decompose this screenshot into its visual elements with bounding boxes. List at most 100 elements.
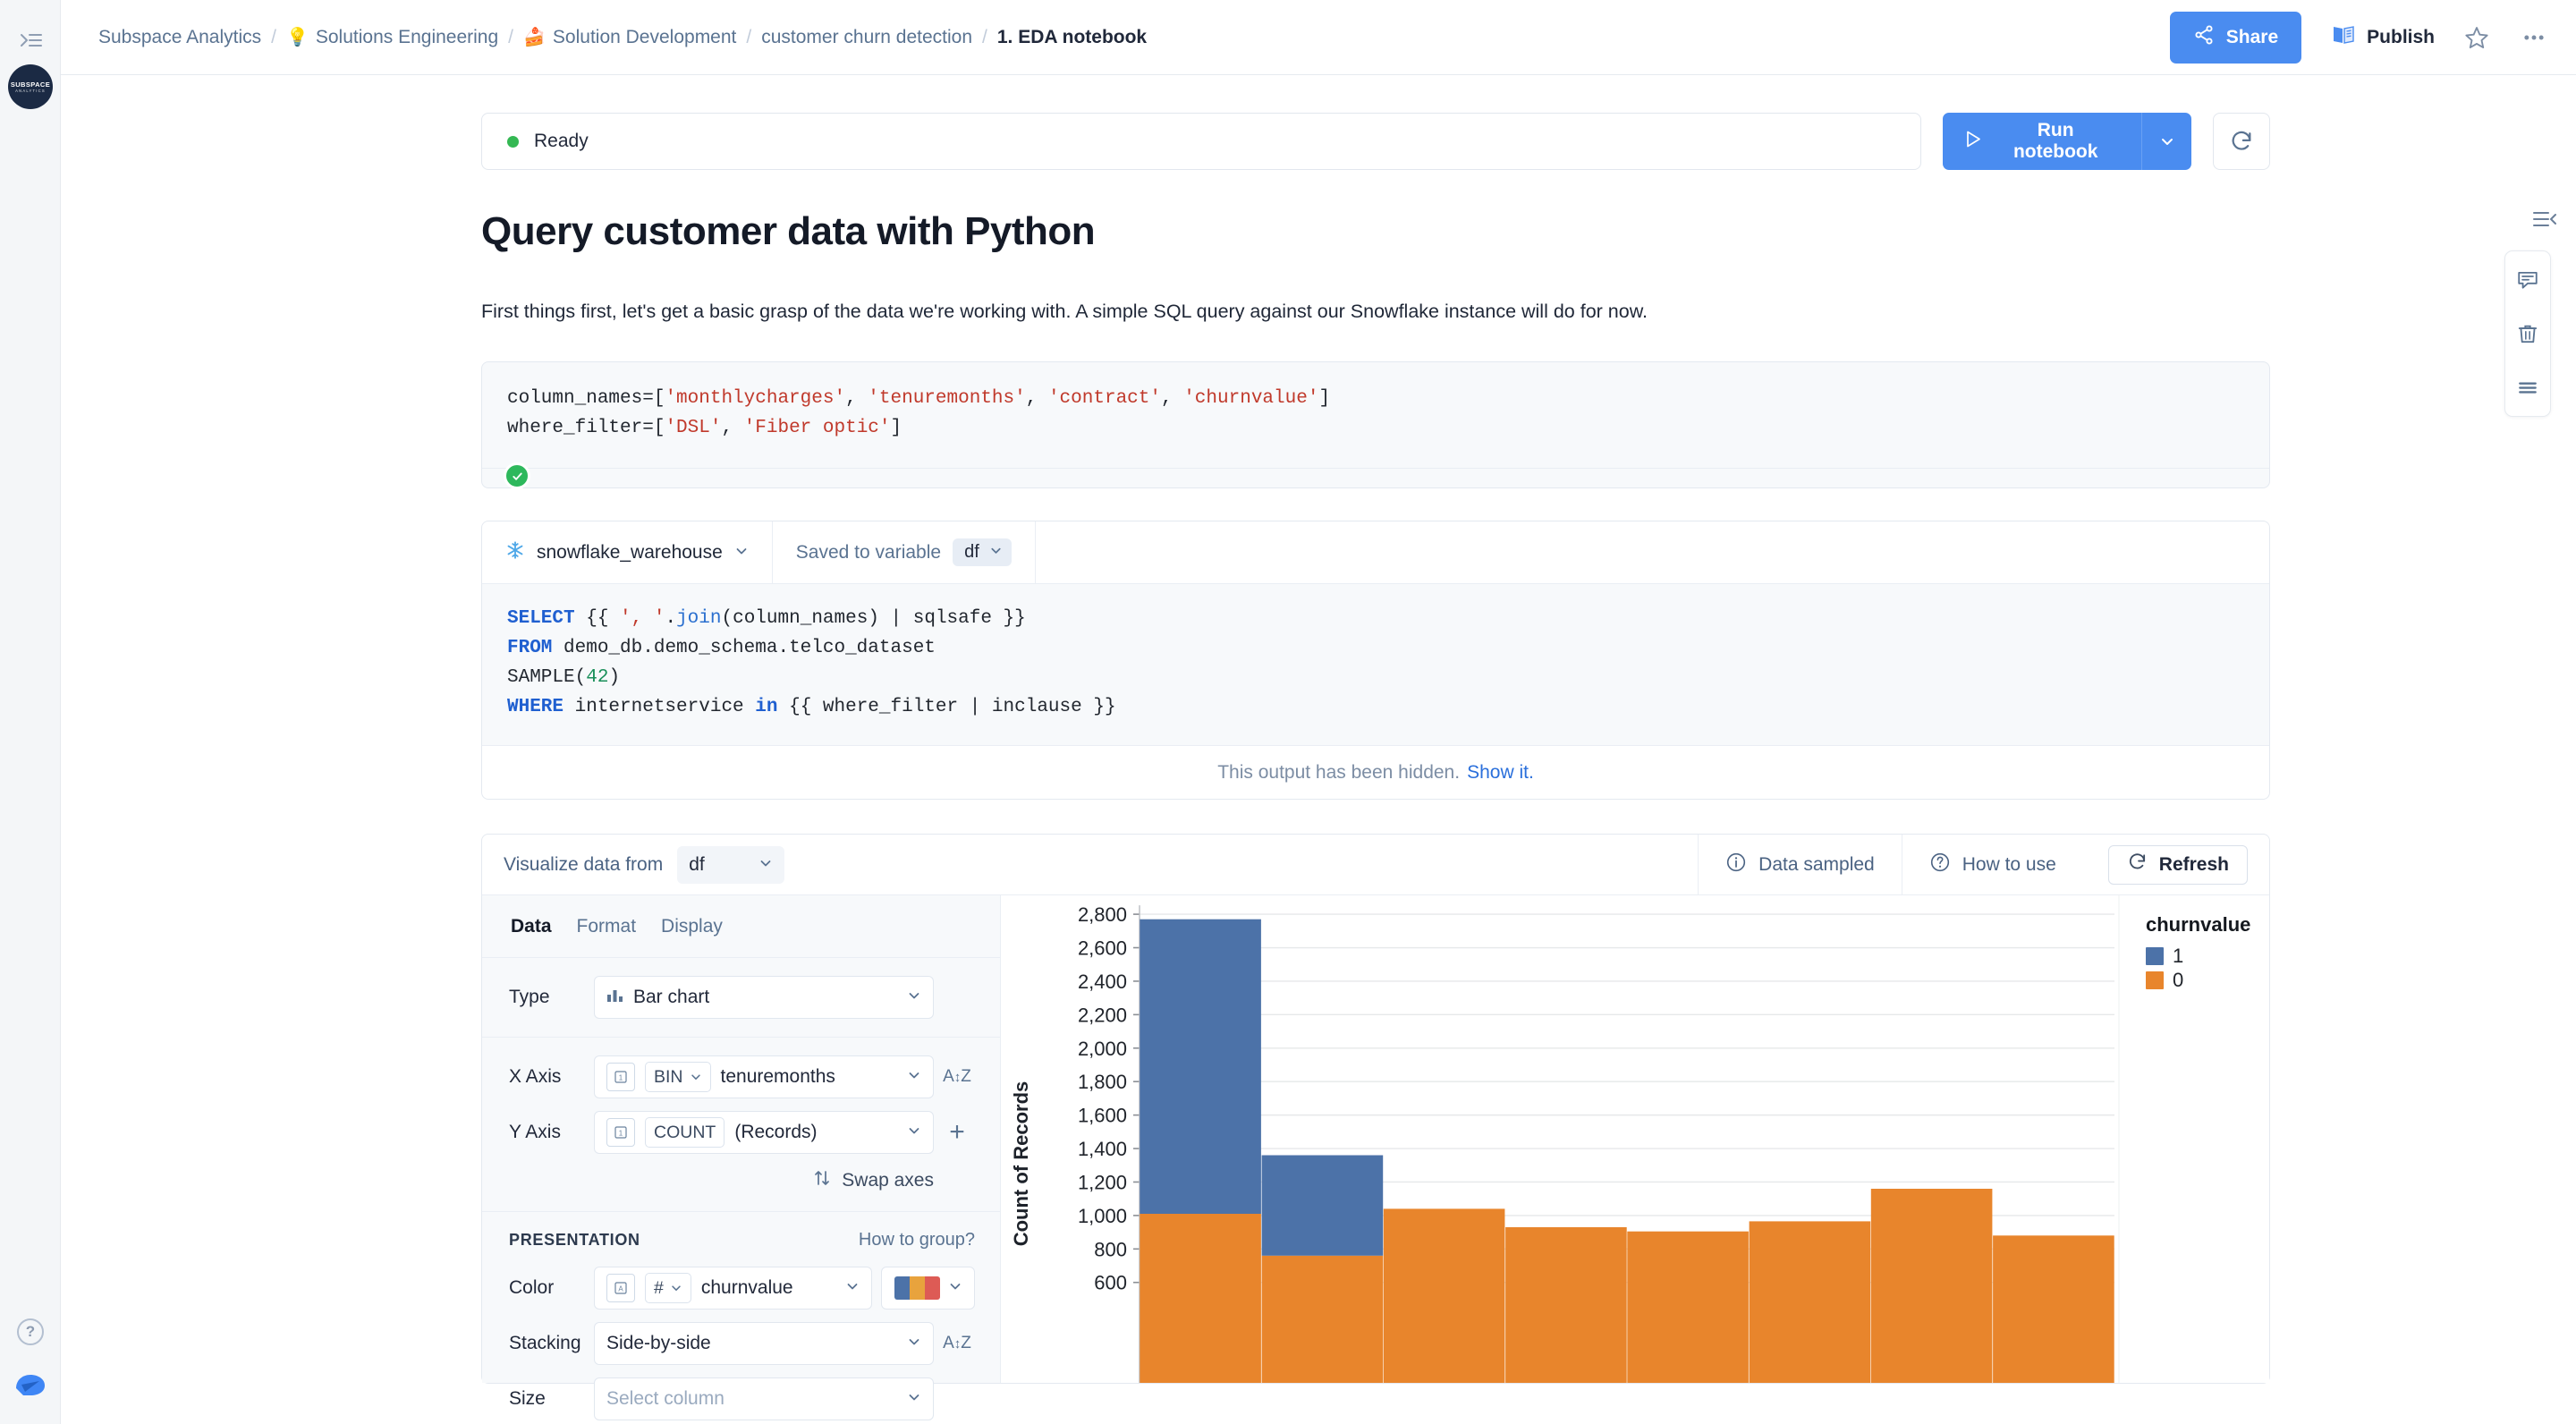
tab-format[interactable]: Format <box>577 916 637 937</box>
presentation-section: PRESENTATION How to group? Color A # chu… <box>482 1212 1000 1424</box>
y-axis-agg-label: COUNT <box>654 1122 716 1142</box>
workspace-logo[interactable]: SUBSPACE ANALYTICS <box>8 64 53 109</box>
breadcrumb-label: customer churn detection <box>761 26 973 47</box>
lightbulb-icon: 💡 <box>285 28 309 47</box>
visualize-source-select[interactable]: df <box>677 845 785 884</box>
status-indicator-dot <box>507 135 519 148</box>
svg-text:A: A <box>618 1285 623 1293</box>
main-column: Subspace Analytics / 💡 Solutions Engineer… <box>61 0 2576 1424</box>
size-select[interactable]: Select column <box>594 1377 934 1421</box>
chart-bar[interactable] <box>1261 1256 1384 1384</box>
notebook-refresh-icon[interactable] <box>2213 113 2270 170</box>
sql-cell-header: snowflake_warehouse Saved to variable df <box>482 521 2269 585</box>
menu-lines-icon[interactable] <box>2512 371 2544 403</box>
code-string: 'DSL' <box>665 418 722 439</box>
stacking-sort-az-icon[interactable]: A↕Z <box>939 1334 975 1353</box>
chevron-down-icon <box>907 1388 921 1410</box>
visualize-source-label: Visualize data from <box>504 853 664 875</box>
breadcrumb-item-solution-development[interactable]: 🍰 Solution Development <box>523 26 736 48</box>
saved-variable-selector[interactable]: df <box>953 538 1012 567</box>
comment-icon[interactable] <box>2512 264 2544 296</box>
chart-bar[interactable] <box>1505 1227 1627 1384</box>
python-code-content[interactable]: column_names=['monthlycharges', 'tenurem… <box>482 362 2269 468</box>
python-code-cell[interactable]: column_names=['monthlycharges', 'tenurem… <box>481 361 2270 490</box>
star-icon[interactable] <box>2462 22 2492 53</box>
chart-bar[interactable] <box>1140 919 1261 1215</box>
chat-bubble-icon[interactable] <box>13 1365 48 1401</box>
publish-button[interactable]: Publish <box>2332 24 2435 51</box>
legend-title: churnvalue <box>2146 913 2250 936</box>
color-column-select[interactable]: A # churnvalue <box>594 1267 872 1310</box>
chart-bar[interactable] <box>1870 1189 1993 1384</box>
chevron-down-icon <box>907 987 921 1008</box>
svg-text:1: 1 <box>619 1130 623 1138</box>
cake-icon: 🍰 <box>523 28 546 47</box>
legend-swatch[interactable] <box>2146 947 2164 966</box>
chart-area[interactable]: 600 800 1,000 1,200 1,400 1,600 1,800 2,000 2,20… <box>1001 895 2269 1384</box>
chart-type-label: Type <box>509 987 550 1008</box>
column-type-icon: 1 <box>606 1063 635 1092</box>
run-notebook-label: Run notebook <box>2012 120 2098 162</box>
x-axis-select[interactable]: 1 BIN tenuremonths <box>594 1055 934 1099</box>
notebook-scroll-area[interactable]: Ready Run notebook Query customer data w… <box>61 75 2576 1424</box>
chart-bar[interactable] <box>1993 1235 2114 1384</box>
y-axis-row: Y Axis 1 COUNT (Records) + <box>509 1111 975 1155</box>
y-axis-label: Y Axis <box>509 1122 561 1143</box>
x-axis-sort-az-icon[interactable]: A↕Z <box>939 1067 975 1087</box>
sql-code-content[interactable]: SELECT {{ ', '.join(column_names) | sqls… <box>482 584 2269 746</box>
code-text: column_names=[ <box>507 388 665 410</box>
chart-type-section: Type Bar chart <box>482 958 1000 1038</box>
color-aggregation[interactable]: # <box>645 1273 691 1304</box>
run-notebook-button[interactable]: Run notebook <box>1942 113 2142 170</box>
help-icon[interactable]: ? <box>17 1318 44 1345</box>
visualize-source-value: df <box>689 853 705 875</box>
chevron-down-icon <box>948 1279 962 1298</box>
chart-bar[interactable] <box>1627 1231 1749 1384</box>
svg-text:1: 1 <box>619 1074 623 1082</box>
how-to-group-link[interactable]: How to group? <box>859 1230 975 1250</box>
chart-bar[interactable] <box>1261 1155 1384 1257</box>
color-palette-select[interactable] <box>881 1267 975 1310</box>
presentation-header: PRESENTATION How to group? <box>509 1230 975 1250</box>
chart-bar[interactable] <box>1749 1221 1871 1384</box>
chart-bar[interactable] <box>1140 1214 1261 1384</box>
data-sampled-button[interactable]: Data sampled <box>1698 834 1902 895</box>
palette-swatch-1 <box>894 1276 910 1301</box>
kernel-status-box[interactable]: Ready <box>481 113 1921 170</box>
left-rail: SUBSPACE ANALYTICS ? <box>0 0 61 1424</box>
x-axis-row: X Axis 1 BIN tenuremonths A↕Z <box>509 1055 975 1099</box>
run-options-chevron-down-icon[interactable] <box>2141 113 2192 170</box>
breadcrumb-item-customer-churn-detection[interactable]: customer churn detection <box>761 27 972 48</box>
connection-name: snowflake_warehouse <box>537 541 723 563</box>
y-axis-tick-label: 1,400 <box>1078 1138 1127 1160</box>
stacking-select[interactable]: Side-by-side <box>594 1322 934 1366</box>
sql-cell[interactable]: snowflake_warehouse Saved to variable df <box>481 521 2270 801</box>
share-button[interactable]: Share <box>2169 11 2302 64</box>
y-axis-select[interactable]: 1 COUNT (Records) <box>594 1111 934 1155</box>
chart-bar[interactable] <box>1383 1208 1505 1384</box>
legend-swatch[interactable] <box>2146 971 2164 990</box>
y-axis-tick-label: 600 <box>1094 1272 1127 1294</box>
chart-type-select[interactable]: Bar chart <box>594 976 934 1020</box>
y-axis-aggregation[interactable]: COUNT <box>645 1117 725 1149</box>
x-axis-aggregation[interactable]: BIN <box>645 1062 711 1093</box>
swap-axes-button[interactable]: Swap axes <box>509 1168 975 1193</box>
chart-refresh-button[interactable]: Refresh <box>2107 844 2248 885</box>
collapse-sidebar-icon[interactable] <box>16 25 47 55</box>
trash-icon[interactable] <box>2512 318 2544 350</box>
code-text: ] <box>890 418 902 439</box>
collapse-panel-icon[interactable] <box>2533 209 2556 233</box>
saved-variable-value: df <box>964 542 979 563</box>
tab-display[interactable]: Display <box>661 916 723 937</box>
breadcrumb-item-solutions-engineering[interactable]: 💡 Solutions Engineering <box>286 26 498 48</box>
more-horizontal-icon[interactable] <box>2519 22 2549 53</box>
code-string: 'monthlycharges' <box>665 388 846 410</box>
breadcrumb-separator: / <box>271 26 276 47</box>
breadcrumb-item-workspace[interactable]: Subspace Analytics <box>98 27 261 48</box>
connection-selector[interactable]: snowflake_warehouse <box>482 521 773 584</box>
tab-data[interactable]: Data <box>511 916 552 937</box>
how-to-use-button[interactable]: How to use <box>1901 834 2083 895</box>
show-output-link[interactable]: Show it. <box>1467 762 1534 784</box>
bar-chart[interactable]: 600 800 1,000 1,200 1,400 1,600 1,800 2,000 2,20… <box>1001 895 2269 1384</box>
add-series-plus-icon[interactable]: + <box>939 1117 975 1148</box>
